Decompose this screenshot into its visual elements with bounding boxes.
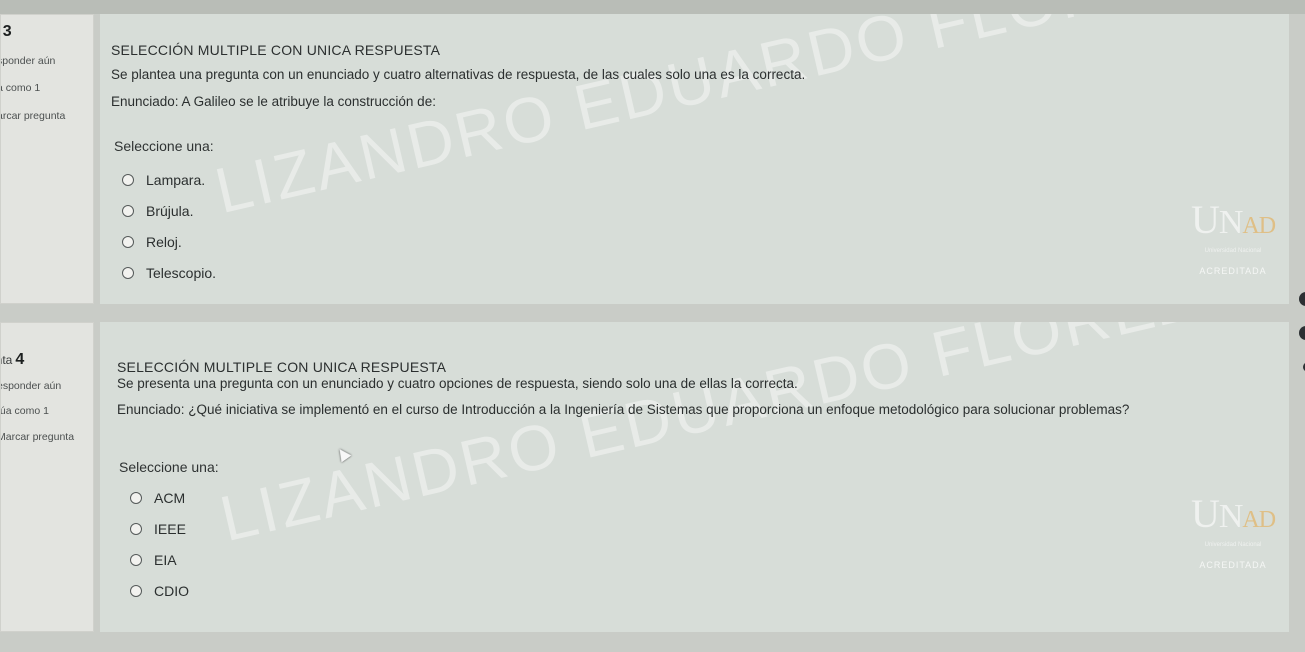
answer-option[interactable]: CDIO (130, 575, 189, 606)
select-prompt: Seleccione una: (114, 138, 214, 154)
question-description: Se plantea una pregunta con un enunciado… (111, 67, 806, 82)
answer-label: Brújula. (146, 202, 194, 219)
top-strip (0, 0, 1305, 14)
answer-label: IEEE (154, 520, 186, 537)
section-title: SELECCIÓN MULTIPLE CON UNICA RESPUESTA (117, 359, 447, 375)
radio-button[interactable] (130, 553, 142, 566)
flag-question-link[interactable]: Marcar pregunta (1, 431, 74, 443)
answer-label: Lampara. (146, 171, 206, 188)
question-state: esponder aún (0, 380, 62, 392)
question-info: nta3 sponder aún a como 1 arcar pregunta (0, 14, 94, 304)
radio-button[interactable] (130, 584, 142, 597)
logo-accreditation: ACREDITADA (1199, 560, 1267, 570)
radio-button[interactable] (130, 522, 142, 535)
question-statement: Enunciado: A Galileo se le atribuye la c… (111, 94, 436, 109)
answer-list: ACM IEEE EIA CDIO (130, 482, 189, 606)
unad-logo: UNAD Universidad Nacional ACREDITADA (1185, 200, 1281, 290)
question-number-prefix: unta (1, 353, 13, 367)
radio-button[interactable] (122, 266, 134, 279)
answer-option[interactable]: IEEE (130, 513, 189, 544)
select-prompt: Seleccione una: (119, 459, 219, 475)
radio-button[interactable] (122, 235, 134, 248)
logo-letter-n: N (1218, 498, 1244, 535)
answer-label: ACM (154, 489, 186, 506)
section-title: SELECCIÓN MULTIPLE CON UNICA RESPUESTA (111, 42, 441, 58)
unad-logo: UNAD Universidad Nacional ACREDITADA (1185, 494, 1281, 584)
scroll-indicator-icon (1299, 326, 1305, 340)
watermark-text: LIZANDRO EDUARDO FLOREZ TREJOS (213, 322, 1289, 556)
question-info: unta4 esponder aún túa como 1 Marcar pre… (0, 322, 94, 632)
question-number: nta3 (1, 23, 12, 41)
answer-label: EIA (154, 551, 177, 568)
question-4: unta4 esponder aún túa como 1 Marcar pre… (0, 322, 1289, 632)
logo-letter-u: U (1190, 197, 1220, 242)
radio-button[interactable] (122, 173, 134, 186)
answer-option[interactable]: EIA (130, 544, 189, 575)
answer-label: Telescopio. (146, 264, 217, 281)
answer-label: CDIO (154, 582, 189, 599)
answer-option[interactable]: Telescopio. (122, 257, 216, 288)
logo-letter-n: N (1218, 204, 1244, 241)
logo-letters-ad: AD (1242, 213, 1276, 239)
answer-label: Reloj. (146, 233, 182, 250)
question-description: Se presenta una pregunta con un enunciad… (117, 376, 798, 391)
question-state: sponder aún (0, 55, 56, 67)
scroll-indicator-icon (1299, 292, 1305, 306)
question-number: unta4 (1, 351, 25, 369)
question-statement: Enunciado: ¿Qué iniciativa se implementó… (117, 402, 1130, 417)
logo-accreditation: ACREDITADA (1199, 266, 1267, 276)
question-number-value: 4 (15, 351, 25, 368)
answer-list: Lampara. Brújula. Reloj. Telescopio. (122, 164, 216, 288)
question-grade: a como 1 (0, 82, 41, 94)
radio-button[interactable] (122, 204, 134, 217)
answer-option[interactable]: Lampara. (122, 164, 216, 195)
logo-letters-ad: AD (1242, 507, 1276, 533)
flag-question-link[interactable]: arcar pregunta (1, 110, 65, 122)
logo-subtitle: Universidad Nacional (1204, 248, 1262, 254)
question-grade: túa como 1 (0, 405, 49, 417)
question-content: LIZANDRO EDUARDO FLOREZ TREJOS SELECCIÓN… (100, 14, 1289, 304)
radio-button[interactable] (130, 491, 142, 504)
logo-subtitle: Universidad Nacional (1204, 542, 1262, 548)
answer-option[interactable]: Reloj. (122, 226, 216, 257)
question-3: nta3 sponder aún a como 1 arcar pregunta… (0, 14, 1289, 304)
answer-option[interactable]: ACM (130, 482, 189, 513)
question-content: LIZANDRO EDUARDO FLOREZ TREJOS SELECCIÓN… (100, 322, 1289, 632)
question-number-value: 3 (2, 23, 12, 40)
answer-option[interactable]: Brújula. (122, 195, 216, 226)
logo-letter-u: U (1190, 491, 1220, 536)
